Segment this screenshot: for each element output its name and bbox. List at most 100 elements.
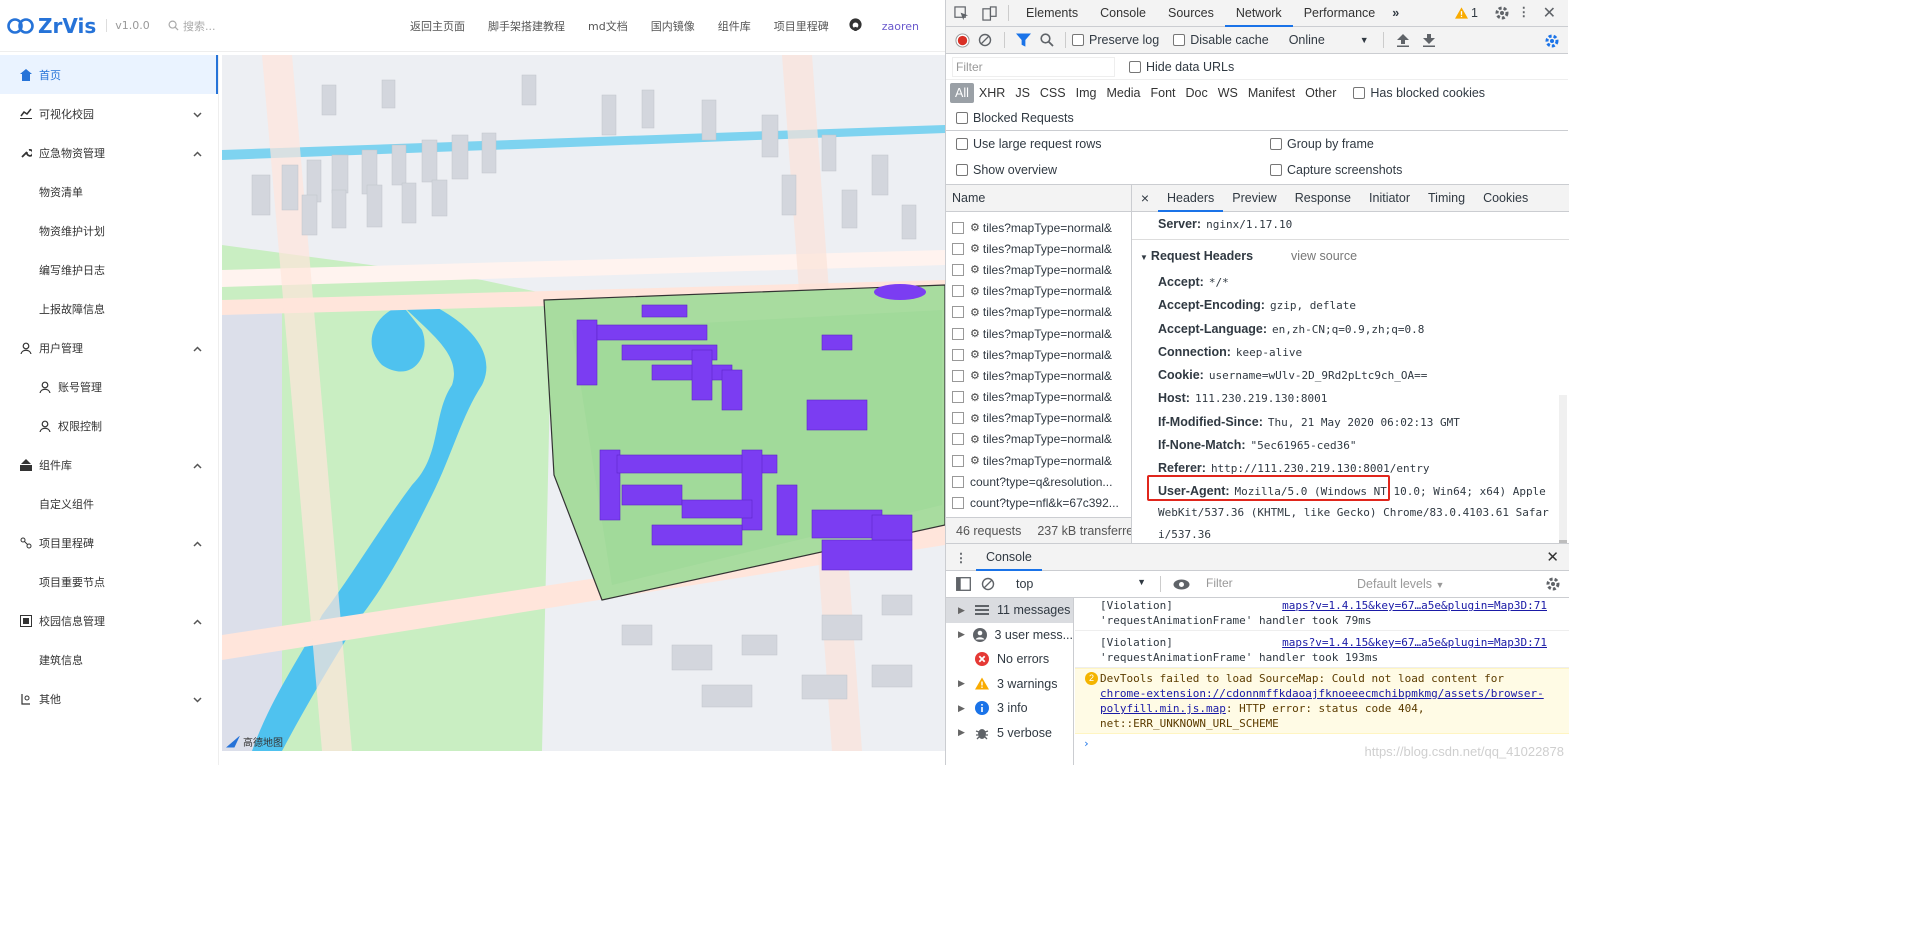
checkbox-box[interactable] bbox=[1173, 34, 1186, 46]
close-drawer-icon[interactable]: ✕ bbox=[1546, 548, 1559, 566]
request-headers-section[interactable]: ▼ Request Headers view source bbox=[1132, 243, 1569, 271]
clear-console-icon[interactable] bbox=[974, 577, 1002, 591]
submenu-item-5[interactable]: 编写维护日志 bbox=[0, 250, 218, 289]
detail-tab-response[interactable]: Response bbox=[1286, 185, 1360, 212]
checkbox-box[interactable] bbox=[1353, 87, 1366, 99]
eye-icon[interactable] bbox=[1167, 579, 1195, 590]
user-name[interactable]: zaoren bbox=[882, 20, 919, 33]
filter-icon[interactable] bbox=[1011, 33, 1035, 47]
detail-tab-preview[interactable]: Preview bbox=[1223, 185, 1285, 212]
request-row[interactable]: ⚙ tiles?mapType=normal& bbox=[946, 302, 1131, 323]
filter-input[interactable]: Filter bbox=[952, 56, 1115, 77]
type-filter-all[interactable]: All bbox=[950, 83, 974, 103]
submenu-item-4[interactable]: 物资维护计划 bbox=[0, 211, 218, 250]
drawer-menu-icon[interactable]: ⋮ bbox=[946, 550, 976, 565]
submenu-item-11[interactable]: 自定义组件 bbox=[0, 484, 218, 523]
menu-item-10[interactable]: 组件库 bbox=[0, 445, 218, 484]
hide-data-urls-checkbox[interactable]: Hide data URLs bbox=[1129, 60, 1234, 74]
request-row[interactable]: ⚙ tiles?mapType=normal& bbox=[946, 238, 1131, 259]
detail-scrollbar[interactable] bbox=[1559, 395, 1567, 543]
log-levels-select[interactable]: Default levels ▼ bbox=[1357, 577, 1444, 591]
clear-icon[interactable] bbox=[972, 33, 998, 47]
menu-item-16[interactable]: 其他 bbox=[0, 679, 218, 718]
preserve-log-checkbox[interactable]: Preserve log bbox=[1072, 33, 1159, 47]
checkbox-box[interactable] bbox=[1270, 138, 1282, 150]
submenu-item-8[interactable]: 账号管理 bbox=[0, 367, 218, 406]
request-row[interactable]: ⚙ tiles?mapType=normal& bbox=[946, 281, 1131, 302]
filter-user-messages[interactable]: ▶ 3 user mess... bbox=[946, 623, 1073, 648]
github-icon[interactable] bbox=[849, 18, 862, 34]
checkbox-box[interactable] bbox=[1270, 164, 1282, 176]
type-filter-font[interactable]: Font bbox=[1146, 83, 1181, 103]
nav-components[interactable]: 组件库 bbox=[718, 18, 751, 34]
search-icon[interactable] bbox=[1035, 33, 1059, 47]
search-box[interactable]: 搜索... bbox=[168, 18, 216, 34]
inspect-element-icon[interactable] bbox=[946, 5, 976, 21]
blocked-requests-checkbox[interactable]: Blocked Requests bbox=[956, 111, 1074, 125]
view-source-link[interactable]: view source bbox=[1291, 249, 1357, 263]
request-row[interactable]: ⚙ tiles?mapType=normal& bbox=[946, 323, 1131, 344]
tab-elements[interactable]: Elements bbox=[1015, 0, 1089, 27]
type-filter-media[interactable]: Media bbox=[1101, 83, 1145, 103]
tab-network[interactable]: Network bbox=[1224, 0, 1293, 27]
type-filter-img[interactable]: Img bbox=[1071, 83, 1102, 103]
tab-sources[interactable]: Sources bbox=[1157, 0, 1225, 27]
request-row[interactable]: ⚙ tiles?mapType=normal& bbox=[946, 387, 1131, 408]
has-blocked-cookies-checkbox[interactable]: Has blocked cookies bbox=[1353, 86, 1485, 100]
detail-tab-cookies[interactable]: Cookies bbox=[1474, 185, 1537, 212]
checkbox-box[interactable] bbox=[956, 138, 968, 150]
filter-errors[interactable]: No errors bbox=[946, 647, 1073, 672]
close-devtools-icon[interactable]: ✕ bbox=[1543, 3, 1556, 23]
device-toolbar-icon[interactable] bbox=[976, 5, 1002, 21]
record-button[interactable] bbox=[952, 32, 972, 48]
type-filter-css[interactable]: CSS bbox=[1035, 83, 1071, 103]
checkbox-box[interactable] bbox=[956, 164, 968, 176]
disable-cache-checkbox[interactable]: Disable cache bbox=[1173, 33, 1269, 47]
checkbox-box[interactable] bbox=[1072, 34, 1084, 46]
context-select[interactable]: top ▼ bbox=[1016, 577, 1146, 591]
nav-md-docs[interactable]: md文档 bbox=[588, 18, 628, 34]
type-filter-manifest[interactable]: Manifest bbox=[1243, 83, 1300, 103]
checkbox-box[interactable] bbox=[1129, 60, 1141, 73]
name-column-header[interactable]: Name bbox=[946, 185, 1131, 212]
source-link[interactable]: maps?v=1.4.15&key=67…a5e&plugin=Map3D:71 bbox=[1282, 635, 1547, 650]
detail-tab-headers[interactable]: Headers bbox=[1158, 185, 1224, 212]
nav-back-home[interactable]: 返回主页面 bbox=[410, 18, 465, 34]
submenu-item-15[interactable]: 建筑信息 bbox=[0, 640, 218, 679]
filter-warnings[interactable]: ▶ 3 warnings bbox=[946, 672, 1073, 697]
submenu-item-9[interactable]: 权限控制 bbox=[0, 406, 218, 445]
more-options-icon[interactable]: ⋮ bbox=[1518, 4, 1531, 19]
request-row[interactable]: count?type=q&resolution... bbox=[946, 471, 1131, 492]
throttling-select[interactable]: Online ▼ bbox=[1289, 33, 1369, 47]
map-view[interactable]: 高德地图 bbox=[222, 55, 945, 751]
submenu-item-6[interactable]: 上报故障信息 bbox=[0, 289, 218, 328]
type-filter-doc[interactable]: Doc bbox=[1181, 83, 1213, 103]
checkbox-box[interactable] bbox=[956, 112, 968, 124]
tab-console[interactable]: Console bbox=[1089, 0, 1157, 27]
filter-verbose[interactable]: ▶ 5 verbose bbox=[946, 721, 1073, 746]
filter-info[interactable]: ▶ 3 info bbox=[946, 696, 1073, 721]
request-row[interactable]: ⚙ tiles?mapType=normal& bbox=[946, 344, 1131, 365]
settings-gear-icon[interactable] bbox=[1494, 5, 1510, 24]
type-filter-ws[interactable]: WS bbox=[1213, 83, 1243, 103]
network-settings-icon[interactable] bbox=[1544, 33, 1560, 52]
detail-tab-timing[interactable]: Timing bbox=[1419, 185, 1474, 212]
request-row[interactable]: ⚙ tiles?mapType=normal& bbox=[946, 259, 1131, 280]
type-filter-other[interactable]: Other bbox=[1300, 83, 1341, 103]
source-link[interactable]: maps?v=1.4.15&key=67…a5e&plugin=Map3D:71 bbox=[1282, 598, 1547, 613]
map-3d-canvas[interactable] bbox=[222, 55, 945, 751]
nav-mirror[interactable]: 国内镜像 bbox=[651, 18, 695, 34]
sidebar-toggle-icon[interactable] bbox=[952, 577, 974, 591]
export-har-icon[interactable] bbox=[1416, 33, 1442, 47]
close-detail-icon[interactable]: × bbox=[1132, 190, 1158, 206]
warnings-indicator[interactable]: 1 bbox=[1455, 6, 1478, 20]
console-settings-icon[interactable] bbox=[1545, 576, 1561, 595]
import-har-icon[interactable] bbox=[1390, 33, 1416, 47]
tab-console-drawer[interactable]: Console bbox=[976, 544, 1042, 571]
submenu-item-3[interactable]: 物资清单 bbox=[0, 172, 218, 211]
menu-item-12[interactable]: 项目里程碑 bbox=[0, 523, 218, 562]
capture-screenshots-checkbox[interactable]: Capture screenshots bbox=[1270, 163, 1402, 177]
logo[interactable]: ZrVis v1.0.0 bbox=[0, 14, 150, 38]
menu-item-1[interactable]: 可视化校园 bbox=[0, 94, 218, 133]
submenu-item-13[interactable]: 项目重要节点 bbox=[0, 562, 218, 601]
